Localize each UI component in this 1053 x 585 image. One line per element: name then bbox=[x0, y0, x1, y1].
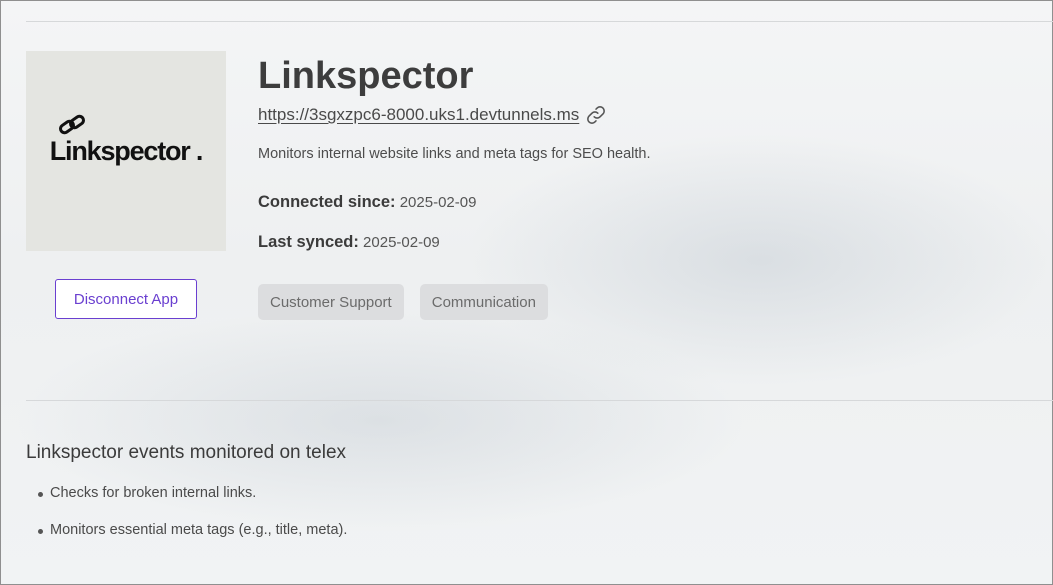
last-synced-label: Last synced: bbox=[258, 233, 359, 251]
bullet-icon bbox=[38, 492, 43, 497]
tag-communication[interactable]: Communication bbox=[419, 284, 548, 320]
link-icon[interactable] bbox=[585, 104, 607, 126]
last-synced-row: Last synced: 2025-02-09 bbox=[258, 233, 440, 252]
list-item: Monitors essential meta tags (e.g., titl… bbox=[26, 519, 347, 556]
chain-link-icon bbox=[58, 114, 85, 134]
connected-since-row: Connected since: 2025-02-09 bbox=[258, 193, 476, 212]
list-item: Checks for broken internal links. bbox=[26, 482, 347, 519]
category-tags: Customer Support Communication bbox=[258, 284, 548, 320]
events-section-title: Linkspector events monitored on telex bbox=[26, 442, 347, 463]
bullet-icon bbox=[38, 529, 43, 534]
app-logo-wordmark: Linkspector . bbox=[49, 114, 204, 167]
events-list: Checks for broken internal links. Monito… bbox=[26, 482, 347, 556]
app-title: Linkspector bbox=[258, 55, 474, 97]
disconnect-app-button[interactable]: Disconnect App bbox=[55, 279, 197, 319]
tag-customer-support[interactable]: Customer Support bbox=[258, 284, 404, 320]
app-logo-dot: . bbox=[195, 135, 204, 166]
section-divider bbox=[26, 400, 1053, 401]
event-item-text: Checks for broken internal links. bbox=[50, 485, 257, 501]
app-logo-name: Linkspector bbox=[49, 135, 191, 166]
top-divider bbox=[26, 21, 1053, 22]
app-url-link[interactable]: https://3sgxzpc6-8000.uks1.devtunnels.ms bbox=[258, 105, 579, 125]
app-logo: Linkspector . bbox=[26, 51, 226, 251]
event-item-text: Monitors essential meta tags (e.g., titl… bbox=[50, 522, 348, 538]
connected-since-label: Connected since: bbox=[258, 193, 396, 211]
last-synced-value: 2025-02-09 bbox=[363, 234, 440, 251]
connected-since-value: 2025-02-09 bbox=[399, 194, 477, 211]
app-url-row: https://3sgxzpc6-8000.uks1.devtunnels.ms bbox=[258, 104, 607, 126]
app-description: Monitors internal website links and meta… bbox=[258, 146, 651, 162]
